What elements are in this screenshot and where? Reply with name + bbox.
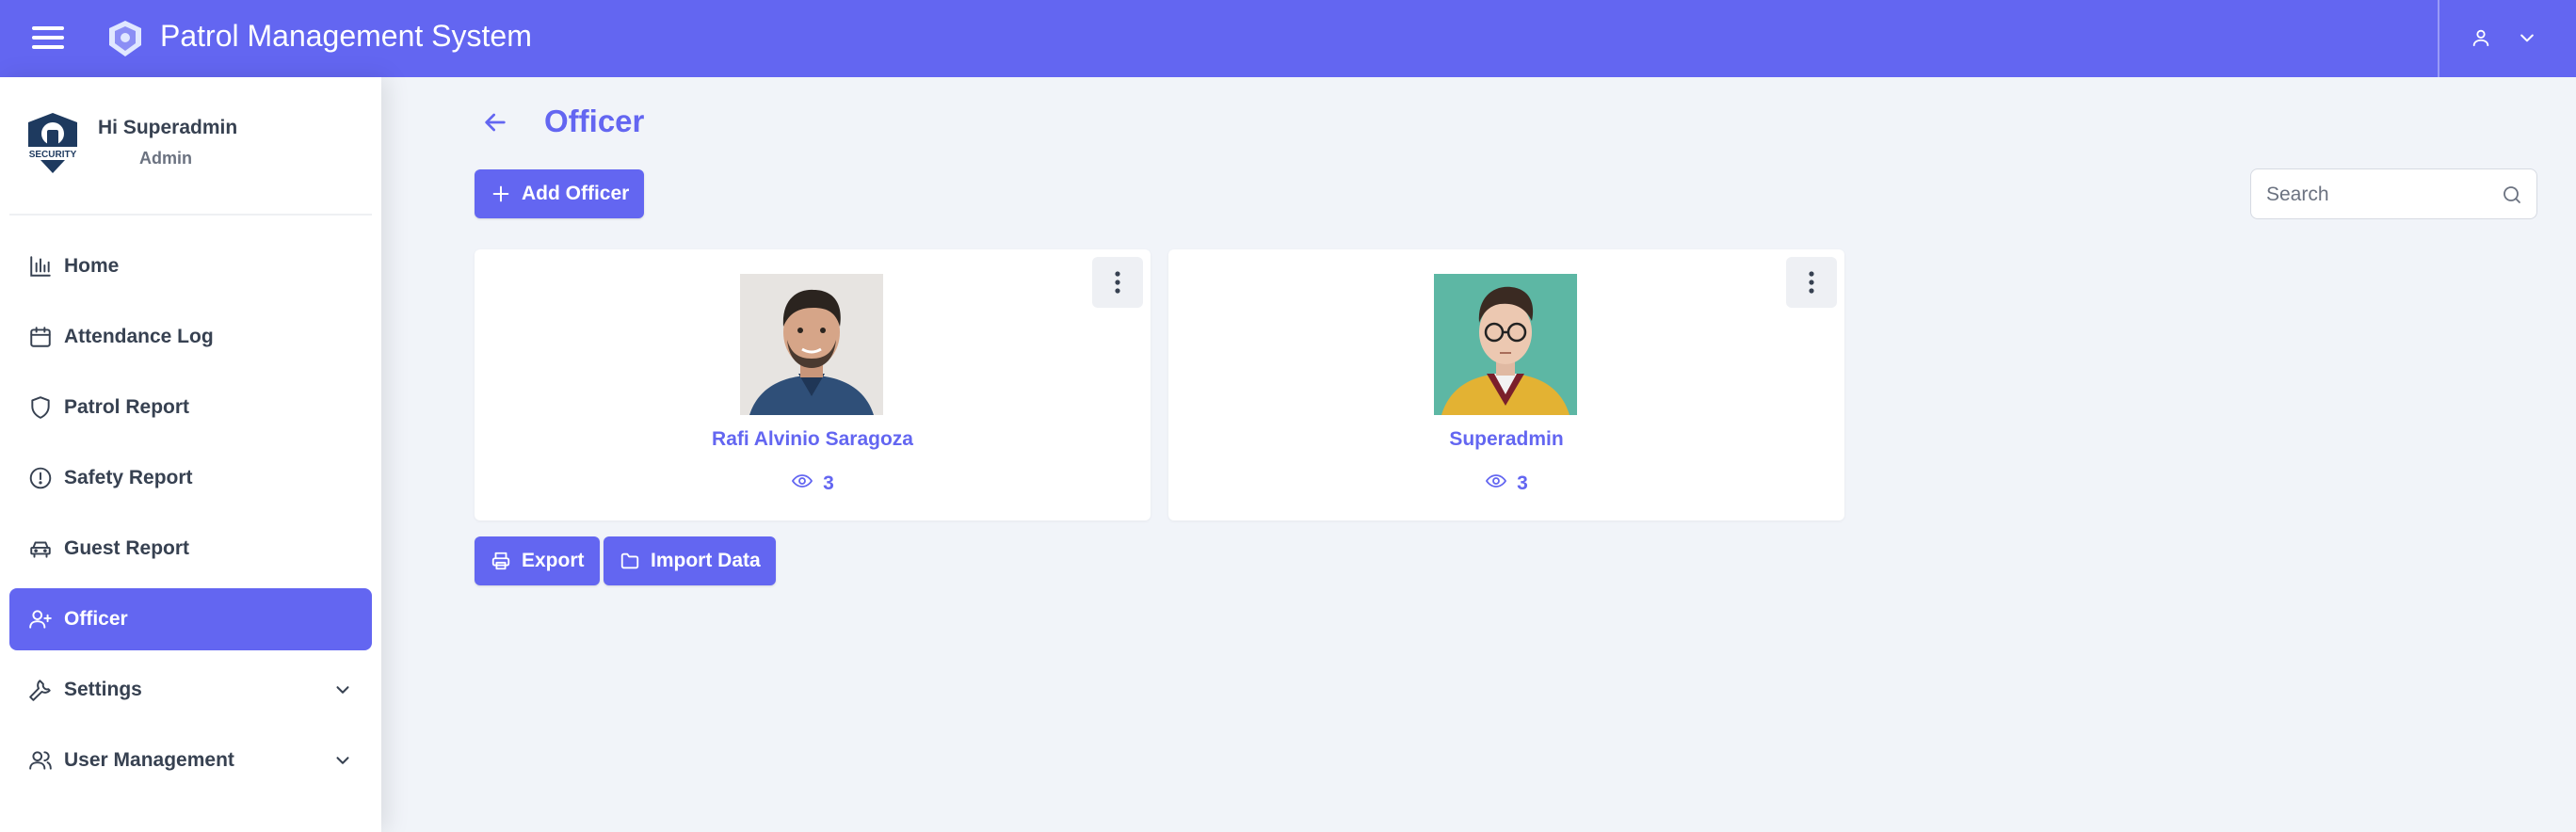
officer-view-count: 3 bbox=[475, 470, 1151, 498]
sidebar-item-label: Officer bbox=[64, 608, 128, 630]
officer-view-count: 3 bbox=[1168, 470, 1844, 498]
sidebar-item-label: Attendance Log bbox=[64, 326, 214, 347]
security-logo: SECURITY bbox=[23, 109, 83, 177]
view-count-value: 3 bbox=[1517, 472, 1528, 494]
profile-role: Admin bbox=[139, 149, 192, 168]
sidebar-item-settings[interactable]: Settings bbox=[9, 659, 372, 721]
topbar-divider bbox=[2438, 0, 2439, 77]
sidebar-item-patrol-report[interactable]: Patrol Report bbox=[9, 376, 372, 439]
officer-card[interactable]: Superadmin 3 bbox=[1168, 249, 1844, 520]
add-officer-label: Add Officer bbox=[522, 183, 630, 204]
calendar-icon bbox=[26, 323, 55, 351]
sidebar-item-safety-report[interactable]: Safety Report bbox=[9, 447, 372, 509]
hamburger-icon[interactable] bbox=[32, 23, 68, 53]
more-options-icon[interactable] bbox=[1786, 257, 1837, 308]
import-data-button[interactable]: Import Data bbox=[604, 536, 776, 585]
search-input[interactable] bbox=[2266, 181, 2492, 209]
user-menu-button[interactable] bbox=[2455, 21, 2559, 58]
folder-icon bbox=[619, 550, 641, 572]
sidebar-item-label: User Management bbox=[64, 749, 234, 771]
wrench-icon bbox=[26, 676, 55, 704]
chevron-down-icon[interactable] bbox=[332, 680, 353, 700]
sidebar-item-attendance-log[interactable]: Attendance Log bbox=[9, 306, 372, 368]
sidebar-item-label: Safety Report bbox=[64, 467, 193, 488]
officer-name[interactable]: Superadmin bbox=[1168, 428, 1844, 451]
user-icon bbox=[2471, 27, 2491, 53]
app-title: Patrol Management System bbox=[160, 19, 532, 53]
more-options-icon[interactable] bbox=[1092, 257, 1143, 308]
officer-photo bbox=[1434, 274, 1577, 415]
profile-greeting: Hi Superadmin bbox=[98, 117, 238, 138]
import-data-label: Import Data bbox=[651, 550, 761, 571]
sidebar-item-label: Settings bbox=[64, 679, 142, 700]
security-logo-text: SECURITY bbox=[29, 150, 77, 160]
alert-circle-icon bbox=[26, 464, 55, 492]
officer-photo bbox=[740, 274, 883, 415]
sidebar-profile: SECURITY Hi Superadmin Admin bbox=[23, 109, 362, 184]
sidebar-divider bbox=[9, 214, 372, 216]
back-arrow-icon[interactable] bbox=[480, 107, 516, 139]
add-officer-button[interactable]: Add Officer bbox=[475, 169, 645, 218]
chevron-down-icon[interactable] bbox=[332, 750, 353, 771]
eye-icon bbox=[1485, 470, 1507, 498]
car-icon bbox=[26, 535, 55, 563]
shield-icon bbox=[26, 393, 55, 422]
sidebar-item-guest-report[interactable]: Guest Report bbox=[9, 518, 372, 580]
users-icon bbox=[26, 746, 55, 775]
bar-chart-icon bbox=[26, 252, 55, 280]
sidebar-item-officer[interactable]: Officer bbox=[9, 588, 372, 650]
officer-name[interactable]: Rafi Alvinio Saragoza bbox=[475, 428, 1151, 451]
eye-icon bbox=[791, 470, 813, 498]
user-plus-icon bbox=[26, 605, 55, 633]
sidebar-item-label: Home bbox=[64, 255, 120, 277]
view-count-value: 3 bbox=[823, 472, 834, 494]
top-bar: Patrol Management System bbox=[0, 0, 2576, 77]
search-icon[interactable] bbox=[2501, 184, 2523, 206]
printer-icon bbox=[490, 550, 512, 572]
chevron-down-icon bbox=[2518, 28, 2536, 52]
sidebar-item-home[interactable]: Home bbox=[9, 235, 372, 297]
export-button[interactable]: Export bbox=[475, 536, 600, 585]
officer-card[interactable]: Rafi Alvinio Saragoza 3 bbox=[475, 249, 1151, 520]
page-title: Officer bbox=[544, 104, 645, 138]
search-box bbox=[2250, 168, 2537, 219]
plus-icon bbox=[490, 183, 512, 205]
app-logo bbox=[105, 19, 145, 58]
export-label: Export bbox=[522, 550, 585, 571]
sidebar: SECURITY Hi Superadmin Admin Home Attend… bbox=[0, 77, 381, 832]
sidebar-item-label: Patrol Report bbox=[64, 396, 190, 418]
sidebar-item-user-management[interactable]: User Management bbox=[9, 729, 372, 792]
sidebar-item-label: Guest Report bbox=[64, 537, 190, 559]
